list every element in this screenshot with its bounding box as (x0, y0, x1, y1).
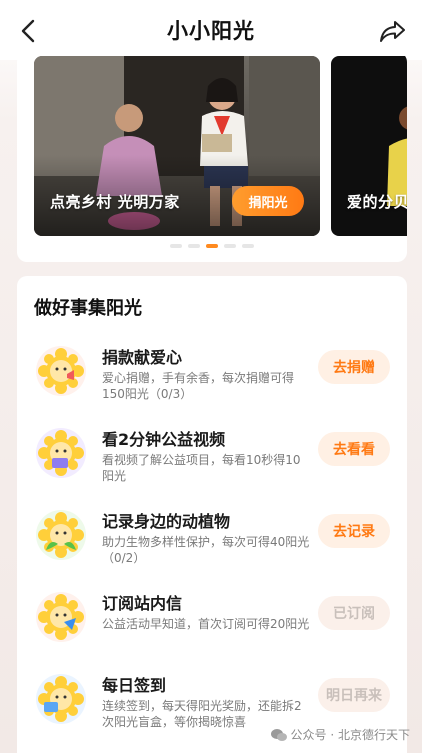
task-description: 公益活动早知道，首次订阅可得20阳光 (102, 617, 310, 631)
tasks-section: 做好事集阳光 捐款献爱心 爱心捐赠，手有余香，每次捐赠可得150阳光（0/3） … (17, 276, 407, 753)
carousel-dot[interactable] (224, 244, 236, 248)
carousel-dot[interactable] (188, 244, 200, 248)
banner-slide-main[interactable]: 点亮乡村 光明万家 捐阳光 (34, 56, 320, 236)
task-title: 每日签到 (102, 676, 167, 695)
sun-plant-icon (34, 508, 88, 562)
top-bar: 小小阳光 (0, 0, 422, 60)
carousel-dots (17, 244, 407, 248)
task-title: 订阅站内信 (102, 594, 183, 613)
back-arrow-icon[interactable] (14, 16, 44, 46)
wechat-watermark: 公众号 · 北京德行天下 (270, 726, 410, 743)
subscribed-button[interactable]: 已订阅 (318, 596, 390, 630)
carousel-dot-active[interactable] (206, 244, 218, 248)
share-icon[interactable] (378, 16, 408, 46)
sun-checkin-icon (34, 672, 88, 726)
watermark-text: 公众号 · 北京德行天下 (290, 728, 410, 742)
sun-donate-icon (34, 344, 88, 398)
page-title: 小小阳光 (167, 19, 255, 43)
task-item-video: 看2分钟公益视频 看视频了解公益项目，每看10秒得10阳光 去看看 (17, 426, 407, 508)
task-title: 记录身边的动植物 (102, 512, 231, 531)
go-donate-button[interactable]: 去捐赠 (318, 350, 390, 384)
task-description: 爱心捐赠，手有余香，每次捐赠可得150阳光（0/3） (102, 371, 295, 401)
wechat-icon (270, 728, 287, 741)
task-description: 助力生物多样性保护，每次可得40阳光（0/2） (102, 535, 310, 565)
banner-caption-next: 爱的分贝 (347, 193, 407, 211)
carousel-dot[interactable] (242, 244, 254, 248)
banner-slide-next[interactable]: 爱的分贝 (331, 56, 407, 236)
task-title: 看2分钟公益视频 (102, 430, 226, 449)
go-record-button[interactable]: 去记录 (318, 514, 390, 548)
task-description: 看视频了解公益项目，每看10秒得10阳光 (102, 453, 301, 483)
task-item-record: 记录身边的动植物 助力生物多样性保护，每次可得40阳光（0/2） 去记录 (17, 508, 407, 590)
banner-carousel: 点亮乡村 光明万家 捐阳光 爱的分贝 (17, 52, 407, 262)
donate-sunshine-button[interactable]: 捐阳光 (232, 186, 304, 216)
go-watch-button[interactable]: 去看看 (318, 432, 390, 466)
come-tomorrow-button[interactable]: 明日再来 (318, 678, 390, 712)
task-item-donate: 捐款献爱心 爱心捐赠，手有余香，每次捐赠可得150阳光（0/3） 去捐赠 (17, 344, 407, 426)
task-item-subscribe: 订阅站内信 公益活动早知道，首次订阅可得20阳光 已订阅 (17, 590, 407, 672)
tasks-title: 做好事集阳光 (34, 298, 142, 319)
sun-message-icon (34, 590, 88, 644)
sun-video-icon (34, 426, 88, 480)
task-title: 捐款献爱心 (102, 348, 183, 367)
carousel-dot[interactable] (170, 244, 182, 248)
banner-caption: 点亮乡村 光明万家 (50, 193, 180, 211)
